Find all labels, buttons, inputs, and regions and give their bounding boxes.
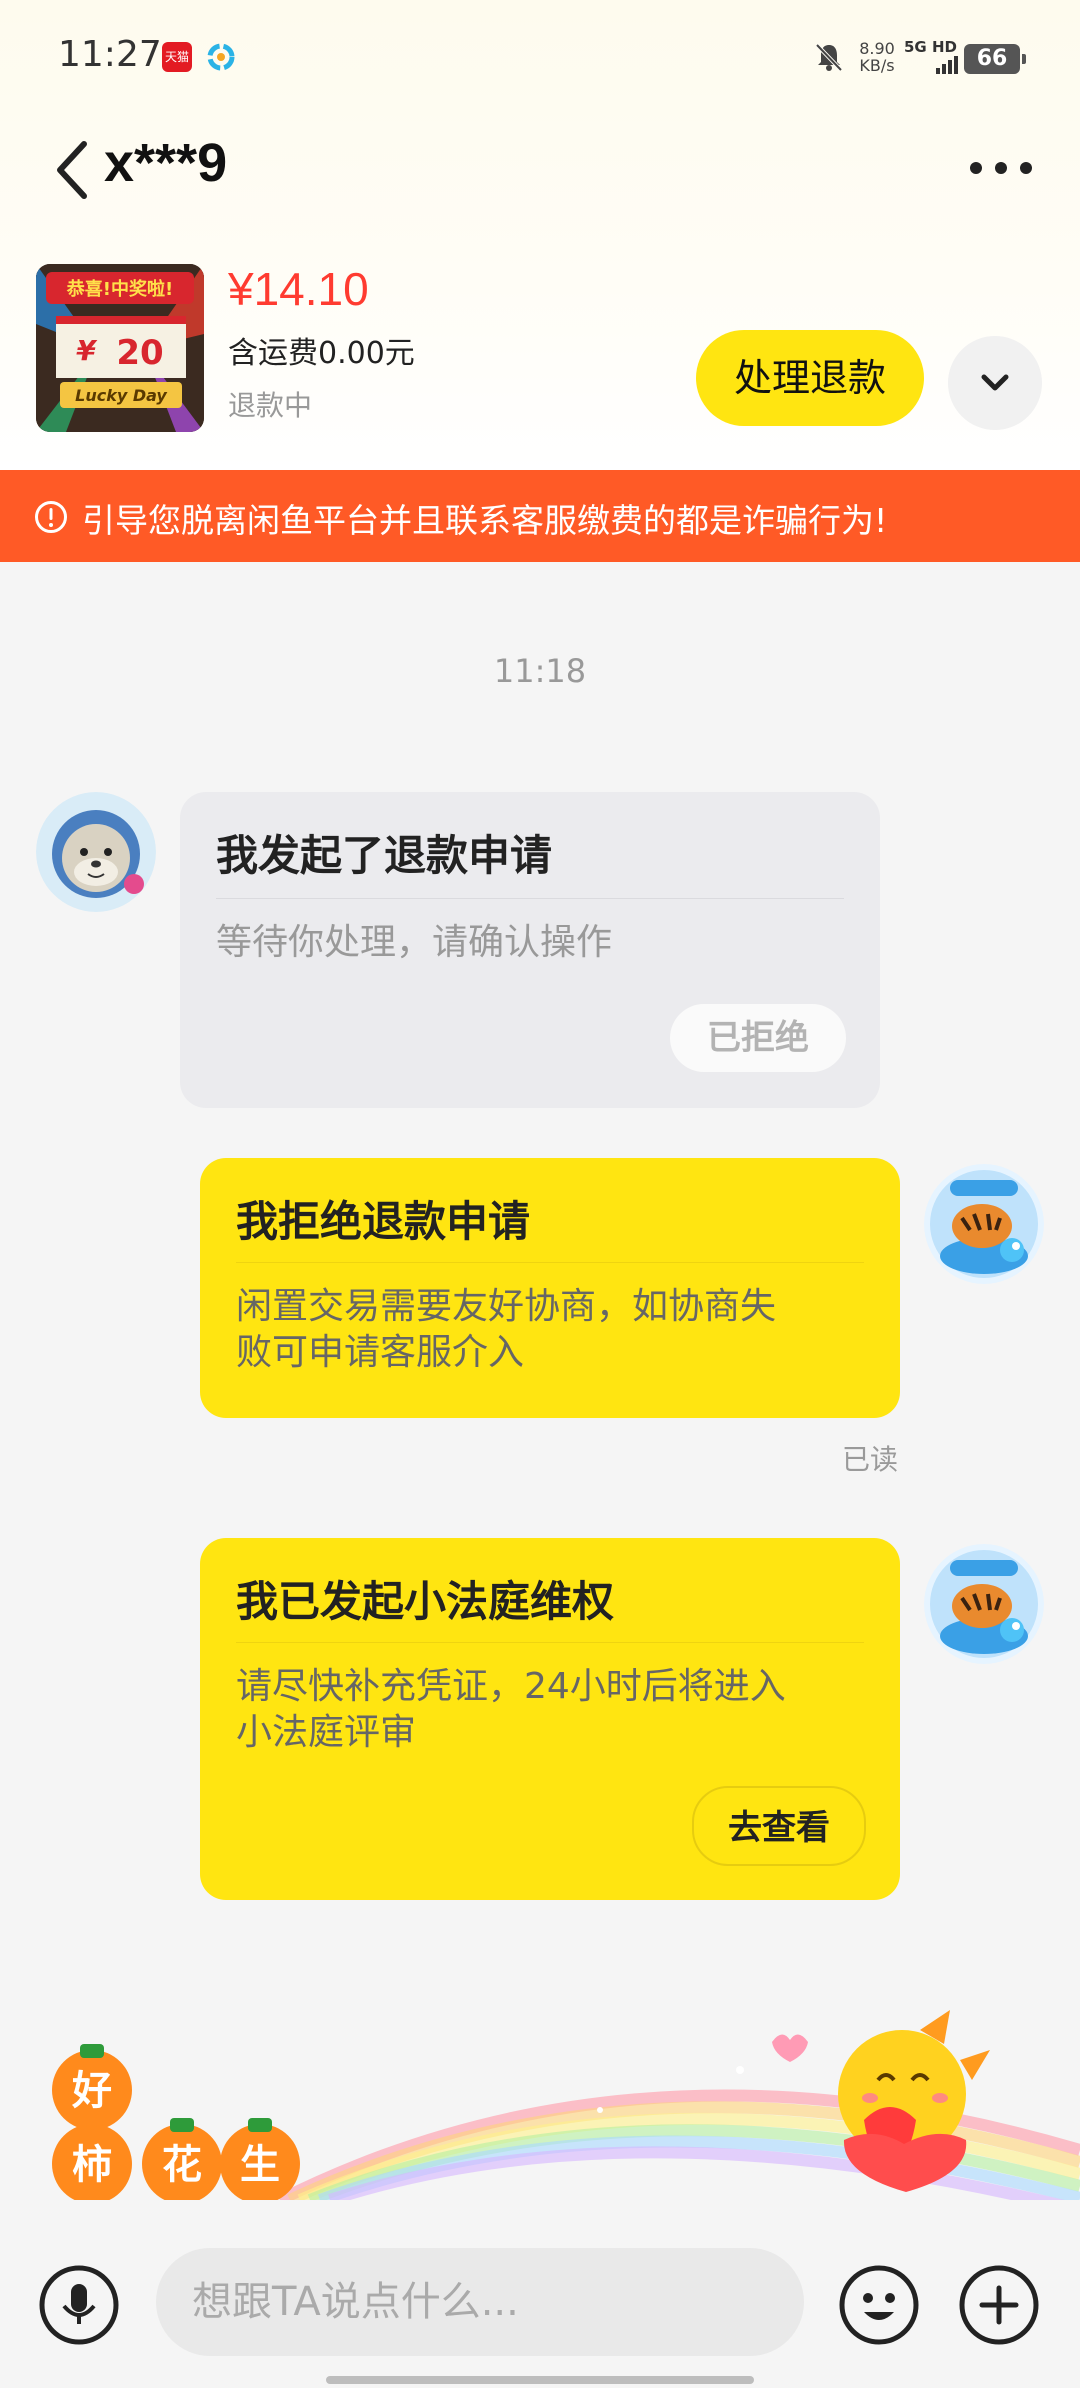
message-title: 我发起了退款申请 [216,831,553,880]
mute-bell-icon [815,43,843,72]
microphone-icon[interactable] [38,2264,120,2346]
message-body-line-1: 请尽快补充凭证，24小时后将进入 [236,1666,786,1707]
more-dots-icon[interactable] [966,148,1036,188]
network-speed-unit: KB/s [859,56,895,75]
thumb-tag: Lucky Day [75,386,167,405]
my-avatar[interactable] [924,1544,1044,1664]
chat-header: x***9 [0,118,1080,248]
seal-avatar-image [36,792,156,912]
refund-request-card: 我发起了退款申请 等待你处理，请确认操作 已拒绝 [180,792,880,1108]
plus-icon[interactable] [958,2264,1040,2346]
product-card[interactable]: 恭喜!中奖啦! ¥ 20 Lucky Day ¥14.10 含运费0.00元 退… [0,256,1080,466]
home-indicator[interactable] [326,2376,754,2384]
persimmon-stickers: 好 柿 花 生 [52,2044,300,2204]
status-bar: 11:27 天猫 8.90 KB/s 5G HD 66 [0,0,1080,118]
buyer-avatar[interactable] [36,792,156,912]
product-price: ¥14.10 [228,263,369,315]
thumb-number: 20 [116,333,163,373]
thumb-banner-text: 恭喜!中奖啦! [66,278,173,300]
tiger-avatar-image [924,1164,1044,1284]
message-body-line-2: 败可申请客服介入 [236,1332,525,1373]
battery-indicator: 66 [964,44,1026,74]
fraud-warning-banner: 引导您脱离闲鱼平台并且联系客服缴费的都是诈骗行为! [0,470,1080,562]
dispute-court-card: 我已发起小法庭维权 请尽快补充凭证，24小时后将进入 小法庭评审 去查看 [200,1538,900,1900]
festive-sticker-banner: 好 柿 花 生 [0,2000,1080,2216]
view-details-button[interactable]: 去查看 [692,1786,866,1866]
chat-timestamp: 11:18 [493,652,587,690]
card-divider [236,1262,864,1263]
status-time: 11:27 [58,34,162,75]
back-arrow-icon[interactable] [48,130,98,210]
order-status: 退款中 [228,389,313,422]
tiger-avatar-image [924,1544,1044,1664]
network-speed-value: 8.90 [859,39,895,58]
sticker-char: 好 [71,2068,112,2114]
card-divider [236,1642,864,1643]
network-type: 5G HD [904,38,957,56]
read-receipt: 已读 [842,1443,899,1476]
network-speed: 8.90 KB/s [852,40,902,74]
reject-refund-card: 我拒绝退款申请 闲置交易需要友好协商，如协商失 败可申请客服介入 [200,1158,900,1418]
product-thumbnail[interactable]: 恭喜!中奖啦! ¥ 20 Lucky Day [36,264,204,432]
message-body: 等待你处理，请确认操作 [216,922,613,963]
message-body-line-1: 闲置交易需要友好协商，如协商失 [236,1286,777,1327]
signal-icon [936,56,958,74]
chevron-down-icon[interactable] [948,336,1042,430]
shipping-fee: 含运费0.00元 [228,336,415,371]
process-refund-button[interactable]: 处理退款 [696,330,924,426]
chat-input-bar [0,2230,1080,2388]
emoji-icon[interactable] [838,2264,920,2346]
message-title: 我拒绝退款申请 [236,1197,531,1246]
sticker-char: 花 [162,2142,202,2188]
warning-circle-icon [35,501,67,533]
app-notification-icon [207,43,235,71]
product-image: 恭喜!中奖啦! ¥ 20 Lucky Day [36,264,204,432]
tmall-app-icon: 天猫 [162,42,192,72]
contact-name: x***9 [104,133,228,193]
sticker-char: 生 [240,2142,280,2188]
message-input[interactable] [156,2248,804,2356]
message-body-line-2: 小法庭评审 [236,1712,417,1753]
rejected-status-button: 已拒绝 [670,1004,846,1072]
rainbow-decoration: 好 柿 花 生 [52,2010,1080,2216]
sticker-char: 柿 [72,2142,112,2188]
warning-text: 引导您脱离闲鱼平台并且联系客服缴费的都是诈骗行为! [82,501,888,540]
svg-text:¥: ¥ [76,334,98,367]
my-avatar[interactable] [924,1164,1044,1284]
card-divider [216,898,844,899]
message-title: 我已发起小法庭维权 [236,1577,615,1626]
